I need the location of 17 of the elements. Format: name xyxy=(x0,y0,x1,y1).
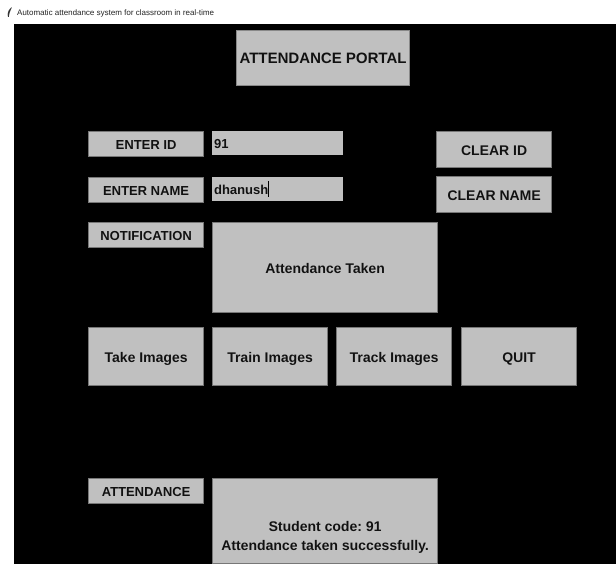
feather-icon xyxy=(7,7,13,17)
portal-heading: ATTENDANCE PORTAL xyxy=(236,30,410,86)
field-label: ENTER ID xyxy=(88,131,204,157)
notification-message: Attendance Taken xyxy=(212,222,438,313)
input-field[interactable]: 91 xyxy=(212,131,343,155)
attendance-label: ATTENDANCE xyxy=(88,478,204,504)
window-title: Automatic attendance system for classroom in real-time xyxy=(17,8,214,16)
attendance-message: Student code: 91 Attendance taken successfully. xyxy=(212,478,438,564)
notification-label: NOTIFICATION xyxy=(88,222,204,248)
input-field[interactable]: dhanush xyxy=(212,177,343,201)
clear-button[interactable]: CLEAR NAME xyxy=(436,176,552,213)
clear-button[interactable]: CLEAR ID xyxy=(436,131,552,168)
action-button[interactable]: Take Images xyxy=(88,327,204,386)
action-button[interactable]: Track Images xyxy=(336,327,452,386)
action-button[interactable]: QUIT xyxy=(461,327,577,386)
field-label: ENTER NAME xyxy=(88,177,204,203)
action-button[interactable]: Train Images xyxy=(212,327,328,386)
